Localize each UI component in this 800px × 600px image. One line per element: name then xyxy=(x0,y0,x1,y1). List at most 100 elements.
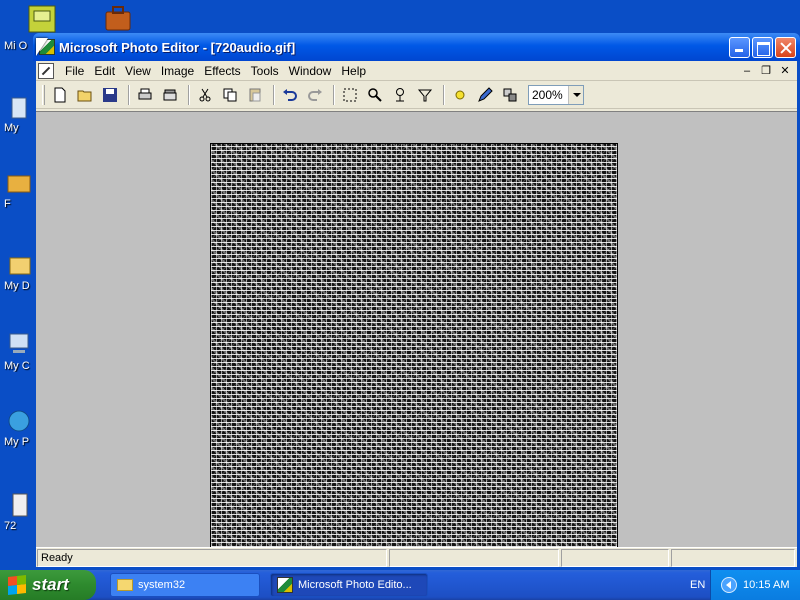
save-button[interactable] xyxy=(99,84,121,106)
menu-tools[interactable]: Tools xyxy=(246,62,284,80)
mouse-cursor xyxy=(36,38,48,56)
desktop-item-label: My D xyxy=(4,280,30,292)
menu-window[interactable]: Window xyxy=(284,62,337,80)
pencil-button[interactable] xyxy=(474,84,496,106)
computer-icon xyxy=(4,330,34,360)
auto-balance-button[interactable] xyxy=(449,84,471,106)
mdi-restore-button[interactable]: ❐ xyxy=(758,64,774,78)
desktop-item-label: My xyxy=(4,122,19,134)
retouch-button[interactable] xyxy=(389,84,411,106)
close-button[interactable] xyxy=(775,36,796,58)
language-indicator[interactable]: EN xyxy=(690,579,705,591)
menu-bar: File Edit View Image Effects Tools Windo… xyxy=(36,61,797,81)
desktop-item-label: F xyxy=(4,198,11,210)
menu-image[interactable]: Image xyxy=(156,62,199,80)
chevron-down-icon[interactable] xyxy=(568,85,583,104)
marquee-select-icon xyxy=(343,88,357,101)
desktop-item-label: Mi O xyxy=(4,40,28,52)
menu-effects[interactable]: Effects xyxy=(199,62,245,80)
transparency-button[interactable] xyxy=(414,84,436,106)
menu-help[interactable]: Help xyxy=(336,62,371,80)
print-button[interactable] xyxy=(134,84,156,106)
taskbar: start system32 Microsoft Photo Edito... … xyxy=(0,570,800,600)
toolbar: 200% xyxy=(36,81,797,109)
scan-button[interactable] xyxy=(159,84,181,106)
menu-file[interactable]: File xyxy=(60,62,89,80)
desktop-item[interactable]: My D xyxy=(0,250,36,292)
file-icon xyxy=(4,490,34,520)
desktop-item-label: 72 xyxy=(4,520,17,532)
network-icon xyxy=(4,406,34,436)
image-canvas[interactable] xyxy=(210,143,618,548)
paste-icon xyxy=(249,88,261,101)
redo-icon xyxy=(308,88,322,101)
document-icon[interactable] xyxy=(38,62,54,79)
documents-icon xyxy=(4,250,34,280)
taskbar-item-photo-editor[interactable]: Microsoft Photo Edito... xyxy=(270,573,428,597)
toolbar-separator xyxy=(128,84,130,105)
zoom-button[interactable] xyxy=(364,84,386,106)
cut-button[interactable] xyxy=(194,84,216,106)
status-text: Ready xyxy=(37,549,387,567)
taskbar-item-label: system32 xyxy=(138,579,186,591)
minimize-button[interactable] xyxy=(729,36,750,58)
client-area: File Edit View Image Effects Tools Windo… xyxy=(36,61,797,567)
title-bar[interactable]: Microsoft Photo Editor - [720audio.gif] xyxy=(33,33,800,61)
scanner-icon xyxy=(163,89,177,100)
menu-view[interactable]: View xyxy=(120,62,156,80)
desktop-item[interactable]: My P xyxy=(0,406,36,448)
zoom-value: 200% xyxy=(532,87,563,102)
taskbar-item-system32[interactable]: system32 xyxy=(110,573,260,597)
toolbar-grip[interactable] xyxy=(42,84,45,105)
image-tools-icon xyxy=(503,88,517,101)
start-button[interactable]: start xyxy=(0,570,96,600)
maximize-button[interactable] xyxy=(752,36,773,58)
recycle-bin-icon xyxy=(4,92,34,122)
photo-editor-window: Microsoft Photo Editor - [720audio.gif] … xyxy=(33,33,800,570)
desktop-item[interactable]: My xyxy=(0,92,36,134)
photo-editor-icon xyxy=(277,577,293,593)
open-button[interactable] xyxy=(74,84,96,106)
magnifier-icon xyxy=(368,87,382,102)
status-pane xyxy=(671,549,795,567)
briefcase-icon[interactable] xyxy=(102,4,134,34)
image-workspace[interactable] xyxy=(36,111,797,548)
window-title: Microsoft Photo Editor - [720audio.gif] xyxy=(59,39,296,55)
menu-edit[interactable]: Edit xyxy=(89,62,120,80)
pin-icon xyxy=(396,87,404,101)
toolbar-separator xyxy=(333,84,335,105)
mdi-close-button[interactable]: ✕ xyxy=(777,64,793,78)
desktop-item[interactable]: My C xyxy=(0,330,36,372)
clock[interactable]: 10:15 AM xyxy=(743,579,789,591)
toolbar-separator xyxy=(443,84,445,105)
taskbar-item-label: Microsoft Photo Edito... xyxy=(298,579,412,591)
save-disk-icon xyxy=(103,87,117,102)
show-hidden-icons-icon[interactable] xyxy=(721,577,737,593)
system-tray: 10:15 AM xyxy=(710,570,800,600)
toolbar-separator xyxy=(273,84,275,105)
start-label: start xyxy=(32,575,69,594)
printer-icon xyxy=(138,88,152,99)
desktop-item[interactable]: 72 xyxy=(0,490,36,532)
open-folder-icon xyxy=(77,90,92,101)
select-button[interactable] xyxy=(339,84,361,106)
new-document-icon xyxy=(54,87,66,102)
paste-button[interactable] xyxy=(244,84,266,106)
folder-icon xyxy=(4,168,34,198)
toolbar-separator xyxy=(188,84,190,105)
scissors-icon xyxy=(199,88,211,101)
scan-image-button[interactable] xyxy=(499,84,521,106)
undo-button[interactable] xyxy=(279,84,301,106)
mdi-controls: – ❐ ✕ xyxy=(736,64,793,78)
desktop-item[interactable]: Mi O xyxy=(0,40,36,52)
redo-button[interactable] xyxy=(304,84,326,106)
desktop-item[interactable]: F xyxy=(0,168,36,210)
folder-icon xyxy=(117,579,133,591)
zoom-select[interactable]: 200% xyxy=(528,84,584,105)
funnel-icon xyxy=(417,89,433,101)
mdi-minimize-button[interactable]: – xyxy=(739,64,755,78)
new-button[interactable] xyxy=(49,84,71,106)
desktop-shortcut-icon[interactable] xyxy=(26,4,58,34)
copy-icon xyxy=(223,88,237,101)
copy-button[interactable] xyxy=(219,84,241,106)
